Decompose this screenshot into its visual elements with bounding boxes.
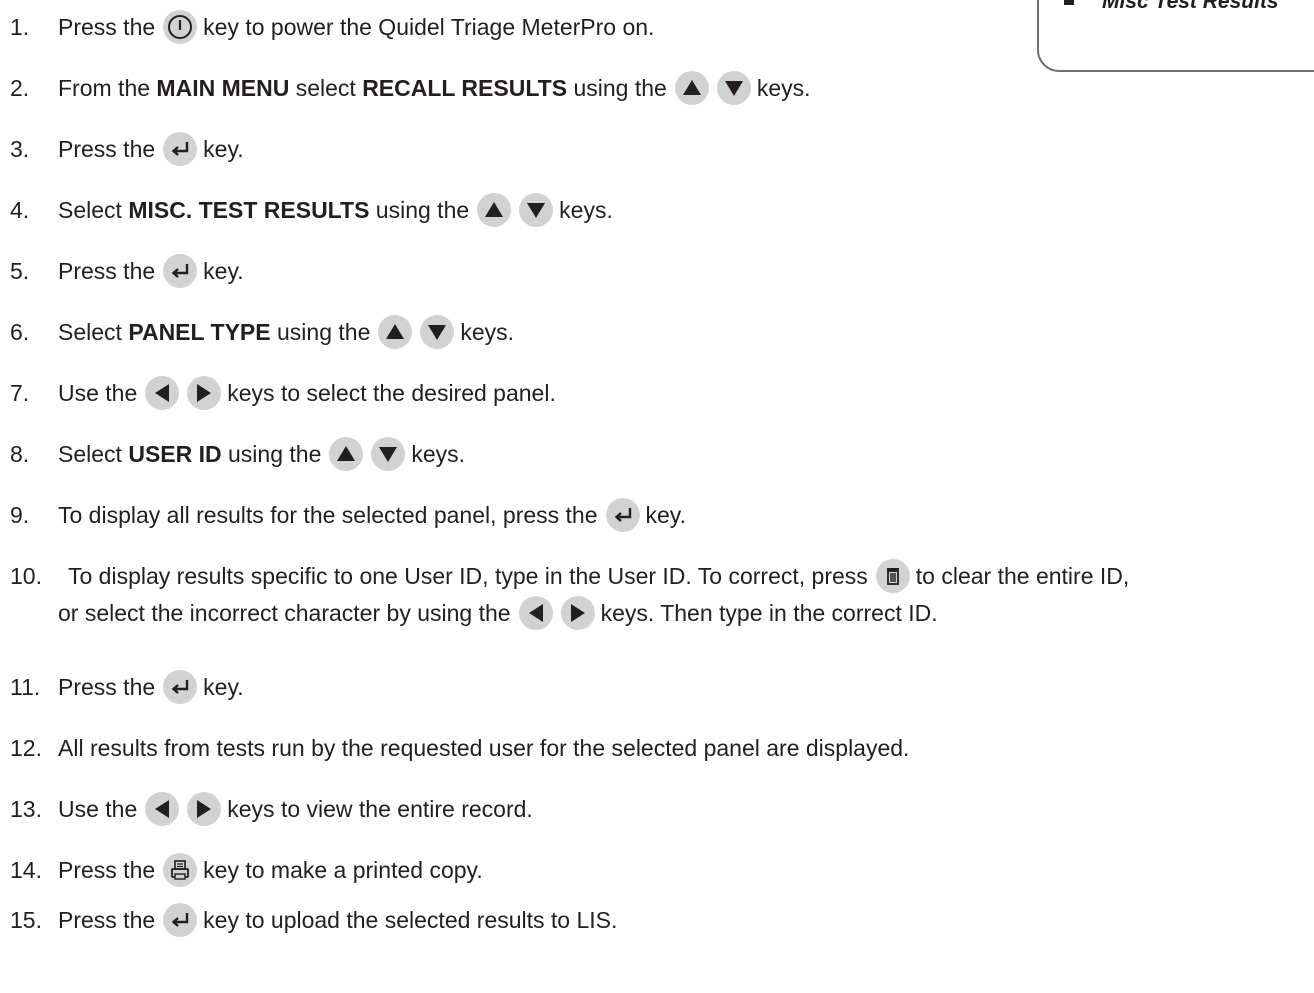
step-text: keys to select the desired panel. [227, 380, 556, 406]
step-text: using the [567, 75, 667, 101]
step-text: key. [203, 674, 244, 700]
step-number: 9. [10, 502, 30, 528]
step-number: 12. [10, 735, 42, 761]
step-text: From the [58, 75, 157, 101]
step-5: 5. Press the key. [10, 254, 1310, 288]
menu-name: MAIN MENU [156, 75, 290, 101]
power-key-icon [163, 10, 198, 44]
step-number: 13. [10, 796, 42, 822]
step-1: 1. Press the key to power the Quidel Tri… [10, 10, 1310, 44]
right-arrow-icon [187, 376, 222, 410]
right-arrow-icon [560, 596, 595, 630]
trash-icon [875, 559, 910, 593]
step-text: using the [369, 197, 470, 223]
step-text: keys. [559, 197, 613, 223]
step-10-line-2: or select the incorrect character by usi… [58, 596, 938, 630]
step-text: keys. Then type in the correct ID. [600, 600, 938, 626]
step-10: 10. To display results specific to one U… [10, 559, 1310, 593]
step-text: Press the [58, 14, 156, 40]
step-text: keys. [756, 75, 811, 101]
step-text: To display all results for the selected … [58, 502, 598, 528]
step-number: 2. [10, 75, 30, 101]
step-text: or select the incorrect character by usi… [58, 600, 511, 626]
step-number: 4. [10, 197, 30, 223]
enter-icon [163, 903, 198, 937]
step-3: 3. Press the key. [10, 132, 1310, 166]
enter-icon [163, 254, 198, 288]
menu-option: RECALL RESULTS [362, 75, 568, 101]
step-text: Press the [58, 857, 156, 883]
step-8: 8. Select USER ID using the keys. [10, 437, 1310, 471]
step-number: 5. [10, 258, 30, 284]
step-text: key. [645, 502, 686, 528]
menu-option: PANEL TYPE [128, 319, 271, 345]
down-arrow-icon [420, 315, 455, 349]
down-arrow-icon [371, 437, 406, 471]
step-text: keys to view the entire record. [227, 796, 533, 822]
step-text: keys. [460, 319, 515, 345]
step-number: 7. [10, 380, 30, 406]
step-text: using the [270, 319, 371, 345]
step-text: keys. [411, 441, 466, 467]
up-arrow-icon [329, 437, 364, 471]
step-text: key to power the Quidel Triage MeterPro … [203, 14, 655, 40]
step-text: To display results specific to one User … [68, 563, 868, 589]
step-12: 12. All results from tests run by the re… [10, 733, 1310, 763]
step-text: key to upload the selected results to LI… [203, 907, 618, 933]
left-arrow-icon [145, 792, 180, 826]
up-arrow-icon [477, 193, 512, 227]
step-2: 2. From the MAIN MENU select RECALL RESU… [10, 71, 1310, 105]
step-number: 8. [10, 441, 30, 467]
up-arrow-icon [674, 71, 709, 105]
step-7: 7. Use the keys to select the desired pa… [10, 376, 1310, 410]
right-arrow-icon [187, 792, 222, 826]
step-number: 14. [10, 857, 42, 883]
step-6: 6. Select PANEL TYPE using the keys. [10, 315, 1310, 349]
step-text: Press the [58, 258, 156, 284]
enter-icon [605, 498, 640, 532]
step-number: 6. [10, 319, 30, 345]
down-arrow-icon [716, 71, 751, 105]
step-text: key to make a printed copy. [203, 857, 483, 883]
bullet-square-icon [1064, 0, 1074, 5]
step-text: Select [58, 197, 129, 223]
step-13: 13. Use the keys to view the entire reco… [10, 792, 1310, 826]
step-14: 14. Press the key to make a printed copy… [10, 853, 1310, 887]
step-text: All results from tests run by the reques… [58, 735, 910, 761]
left-arrow-icon [518, 596, 553, 630]
step-4: 4. Select MISC. TEST RESULTS using the k… [10, 193, 1310, 227]
left-arrow-icon [145, 376, 180, 410]
up-arrow-icon [378, 315, 413, 349]
step-number: 3. [10, 136, 30, 162]
step-text: Use the [58, 796, 138, 822]
print-icon [163, 853, 198, 887]
down-arrow-icon [519, 193, 554, 227]
step-text: Use the [58, 380, 138, 406]
step-9: 9. To display all results for the select… [10, 498, 1310, 532]
step-number: 10. [10, 563, 42, 589]
step-15: 15. Press the key to upload the selected… [10, 903, 1310, 937]
enter-icon [163, 132, 198, 166]
step-text: Press the [58, 674, 156, 700]
step-text: key. [203, 258, 244, 284]
step-text: Press the [58, 907, 156, 933]
step-text: key. [203, 136, 244, 162]
step-text: select [289, 75, 363, 101]
enter-icon [163, 670, 198, 704]
step-text: Select [58, 441, 129, 467]
step-number: 11. [10, 674, 41, 700]
step-number: 1. [10, 14, 30, 40]
step-text: Select [58, 319, 129, 345]
menu-option: MISC. TEST RESULTS [128, 197, 370, 223]
step-text: using the [221, 441, 322, 467]
step-text: Press the [58, 136, 156, 162]
step-11: 11. Press the key. [10, 670, 1310, 704]
menu-option: USER ID [128, 441, 222, 467]
step-text: to clear the entire ID, [915, 563, 1130, 589]
step-number: 15. [10, 907, 42, 933]
